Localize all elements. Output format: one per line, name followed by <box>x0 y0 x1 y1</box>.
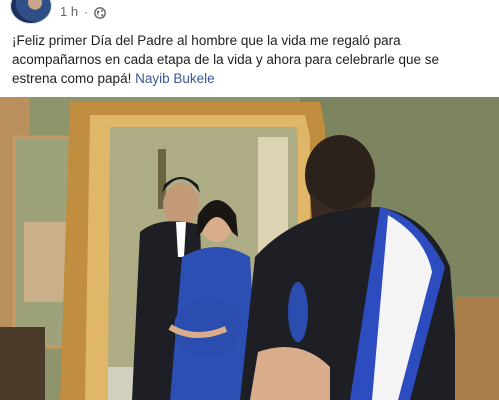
post-meta: 1 h · <box>60 4 106 19</box>
photo-scene <box>0 97 499 400</box>
avatar[interactable] <box>10 0 52 24</box>
post-header: 1 h · <box>0 0 499 26</box>
post-text: ¡Feliz primer Día del Padre al hombre qu… <box>12 31 482 88</box>
post-photo[interactable] <box>0 97 499 400</box>
mention-link[interactable]: Nayib Bukele <box>135 71 215 86</box>
post-timestamp[interactable]: 1 h <box>60 4 78 19</box>
globe-icon[interactable] <box>94 6 106 19</box>
meta-separator: · <box>84 4 89 19</box>
post-message: ¡Feliz primer Día del Padre al hombre qu… <box>12 33 440 86</box>
